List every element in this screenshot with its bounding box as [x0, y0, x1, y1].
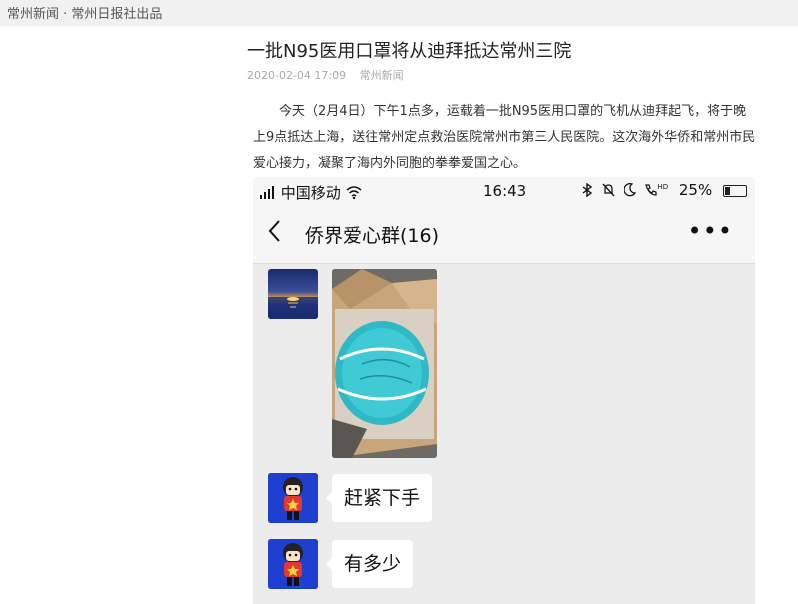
chat-header: 侨界爱心群(16) ••• [253, 205, 755, 264]
article-date: 2020-02-04 17:09 [247, 69, 347, 82]
status-icons: HD 25% [582, 181, 747, 199]
article-title: 一批N95医用口罩将从迪拜抵达常州三院 [247, 41, 572, 62]
chat-screenshot: 中国移动 16:43 HD 25% 侨界爱心群(16) ••• 赶紧下手 有多少 [253, 177, 755, 604]
site-topbar: 常州新闻 · 常州日报社出品 [0, 0, 798, 26]
article-body: 今天（2月4日）下午1点多，运载着一批N95医用口罩的飞机从迪拜起飞，将于晚上9… [253, 104, 756, 171]
cartoon-kid-avatar[interactable] [268, 539, 318, 589]
moon-icon [623, 183, 636, 197]
battery-fill [725, 186, 730, 195]
signal-icon [260, 186, 274, 199]
sunset-avatar[interactable] [268, 269, 318, 319]
phone-status-bar: 中国移动 16:43 HD 25% [253, 177, 755, 205]
chat-title: 侨界爱心群(16) [305, 225, 440, 247]
battery-percent: 25% [678, 181, 713, 199]
bluetooth-icon [582, 182, 593, 198]
article-meta: 2020-02-04 17:09 常州新闻 [247, 67, 404, 83]
mute-bell-icon [602, 183, 615, 197]
carrier-name: 中国移动 [280, 184, 341, 202]
article-source[interactable]: 常州新闻 [360, 69, 404, 82]
hd-call-icon [645, 184, 658, 196]
chat-message-bubble[interactable]: 赶紧下手 [325, 474, 433, 522]
more-dots-icon[interactable]: ••• [688, 217, 733, 245]
chevron-left-icon[interactable] [267, 219, 281, 250]
site-label[interactable]: 常州新闻 · 常州日报社出品 [7, 3, 162, 22]
hd-label: HD [657, 183, 669, 191]
chat-message-bubble[interactable]: 有多少 [325, 540, 414, 588]
n95-mask-photo[interactable] [332, 269, 437, 458]
carrier-info: 中国移动 [260, 182, 362, 203]
cartoon-kid-avatar[interactable] [268, 473, 318, 523]
battery-icon [723, 184, 747, 197]
status-time: 16:43 [483, 182, 527, 200]
wifi-icon [346, 186, 362, 200]
